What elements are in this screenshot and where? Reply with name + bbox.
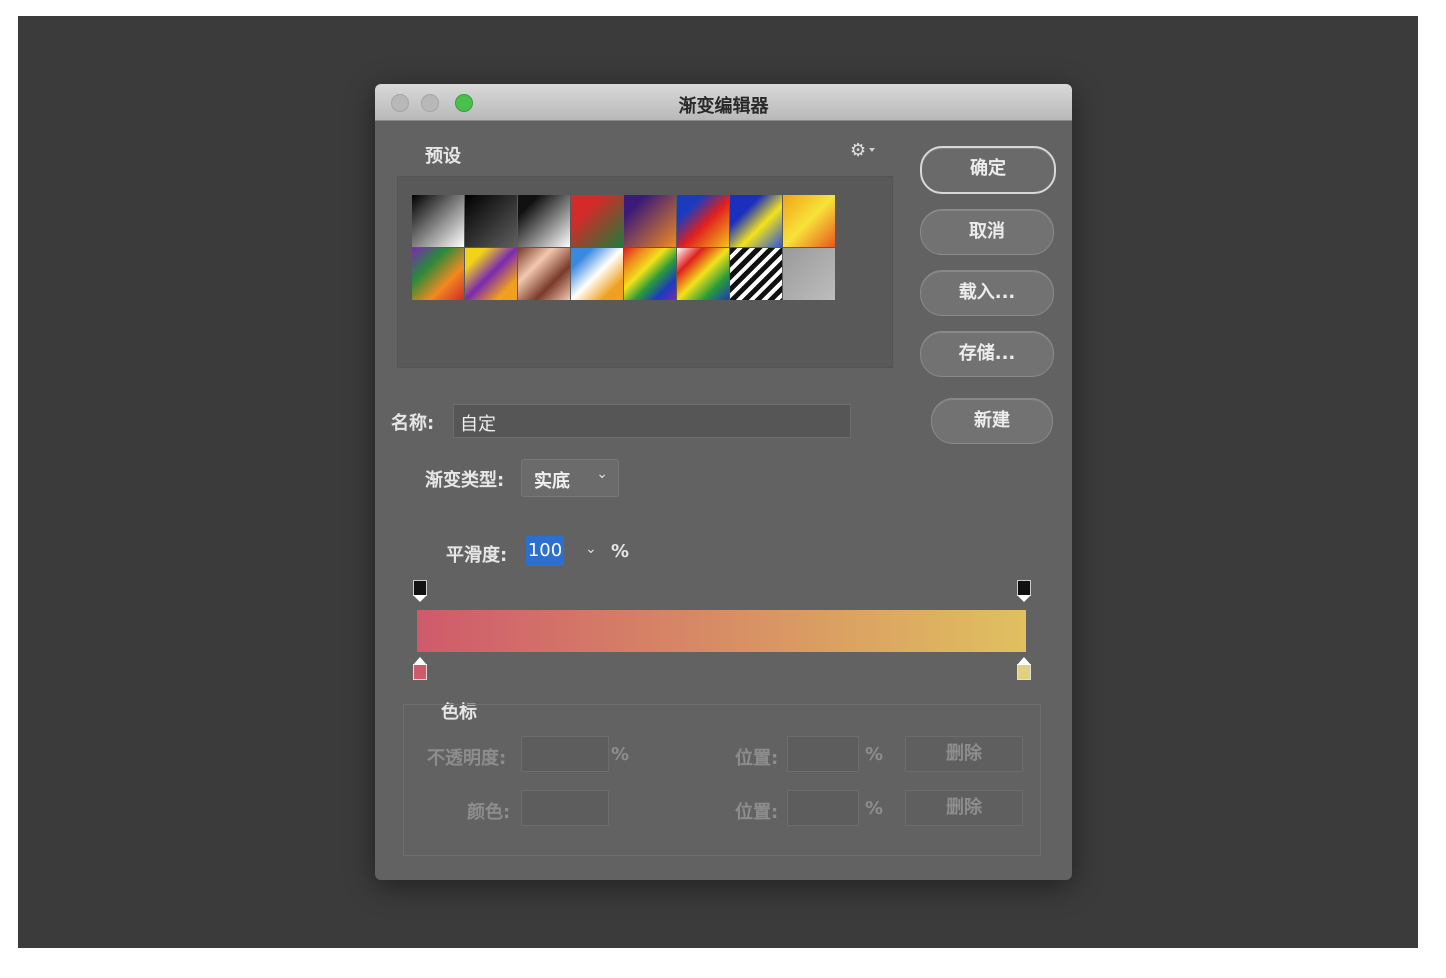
- gradient-type-label: 渐变类型:: [425, 470, 505, 491]
- presets-label: 预设: [425, 146, 461, 167]
- preset-swatch[interactable]: [730, 248, 782, 300]
- stops-group: [403, 704, 1041, 856]
- save-button[interactable]: 存储...: [920, 331, 1054, 377]
- new-button[interactable]: 新建: [931, 398, 1053, 444]
- preset-swatch[interactable]: [571, 248, 623, 300]
- opacity-stop-left[interactable]: [413, 580, 427, 602]
- preset-swatch[interactable]: [571, 195, 623, 247]
- preset-swatch[interactable]: [677, 195, 729, 247]
- ok-button[interactable]: 确定: [920, 146, 1056, 194]
- chevron-down-icon: ⌄: [596, 466, 608, 482]
- delete-opacity-stop-button[interactable]: 删除: [905, 736, 1023, 772]
- preset-swatch[interactable]: [677, 248, 729, 300]
- opacity-location-input[interactable]: [787, 736, 859, 772]
- smoothness-input[interactable]: 100: [526, 536, 564, 566]
- preset-swatch[interactable]: [412, 248, 464, 300]
- name-input[interactable]: 自定: [453, 404, 851, 438]
- gradient-editor-dialog: 渐变编辑器 预设 ⚙ 确定 取消 载入... 存储... 新建 名称: 自定 渐…: [375, 84, 1072, 880]
- color-label: 颜色:: [467, 802, 511, 823]
- delete-color-stop-button[interactable]: 删除: [905, 790, 1023, 826]
- chevron-down-icon[interactable]: [869, 148, 875, 152]
- smoothness-unit: %: [611, 541, 630, 562]
- name-value: 自定: [460, 414, 496, 435]
- preset-swatch[interactable]: [730, 195, 782, 247]
- dialog-title: 渐变编辑器: [678, 96, 769, 117]
- cancel-button[interactable]: 取消: [920, 209, 1054, 255]
- chevron-down-icon[interactable]: ⌄: [585, 541, 597, 557]
- app-background: 渐变编辑器 预设 ⚙ 确定 取消 载入... 存储... 新建 名称: 自定 渐…: [18, 16, 1418, 948]
- gradient-type-value: 实底: [534, 471, 570, 492]
- color-stop-left[interactable]: [413, 657, 427, 680]
- preset-swatch[interactable]: [412, 195, 464, 247]
- preset-swatch[interactable]: [518, 195, 570, 247]
- smoothness-label: 平滑度:: [446, 545, 508, 566]
- opacity-input[interactable]: [521, 736, 609, 772]
- preset-swatch[interactable]: [465, 248, 517, 300]
- preset-swatch[interactable]: [624, 195, 676, 247]
- gear-icon[interactable]: ⚙: [850, 140, 866, 161]
- color-location-input[interactable]: [787, 790, 859, 826]
- gradient-preview-bar[interactable]: [417, 610, 1026, 652]
- name-label: 名称:: [391, 413, 435, 434]
- opacity-location-unit: %: [865, 744, 884, 765]
- preset-swatch[interactable]: [783, 248, 835, 300]
- gradient-type-select[interactable]: 实底 ⌄: [521, 459, 619, 497]
- color-swatch-input[interactable]: [521, 790, 609, 826]
- color-location-label: 位置:: [735, 802, 779, 823]
- load-button[interactable]: 载入...: [920, 270, 1054, 316]
- color-stop-right[interactable]: [1017, 657, 1031, 680]
- color-location-unit: %: [865, 798, 884, 819]
- opacity-location-label: 位置:: [735, 748, 779, 769]
- preset-swatch[interactable]: [783, 195, 835, 247]
- title-bar: 渐变编辑器: [375, 84, 1072, 121]
- preset-list: [397, 176, 893, 368]
- preset-swatch[interactable]: [624, 248, 676, 300]
- opacity-stop-right[interactable]: [1017, 580, 1031, 602]
- preset-swatch[interactable]: [518, 248, 570, 300]
- opacity-unit: %: [611, 744, 630, 765]
- preset-swatch[interactable]: [465, 195, 517, 247]
- opacity-label: 不透明度:: [427, 748, 507, 769]
